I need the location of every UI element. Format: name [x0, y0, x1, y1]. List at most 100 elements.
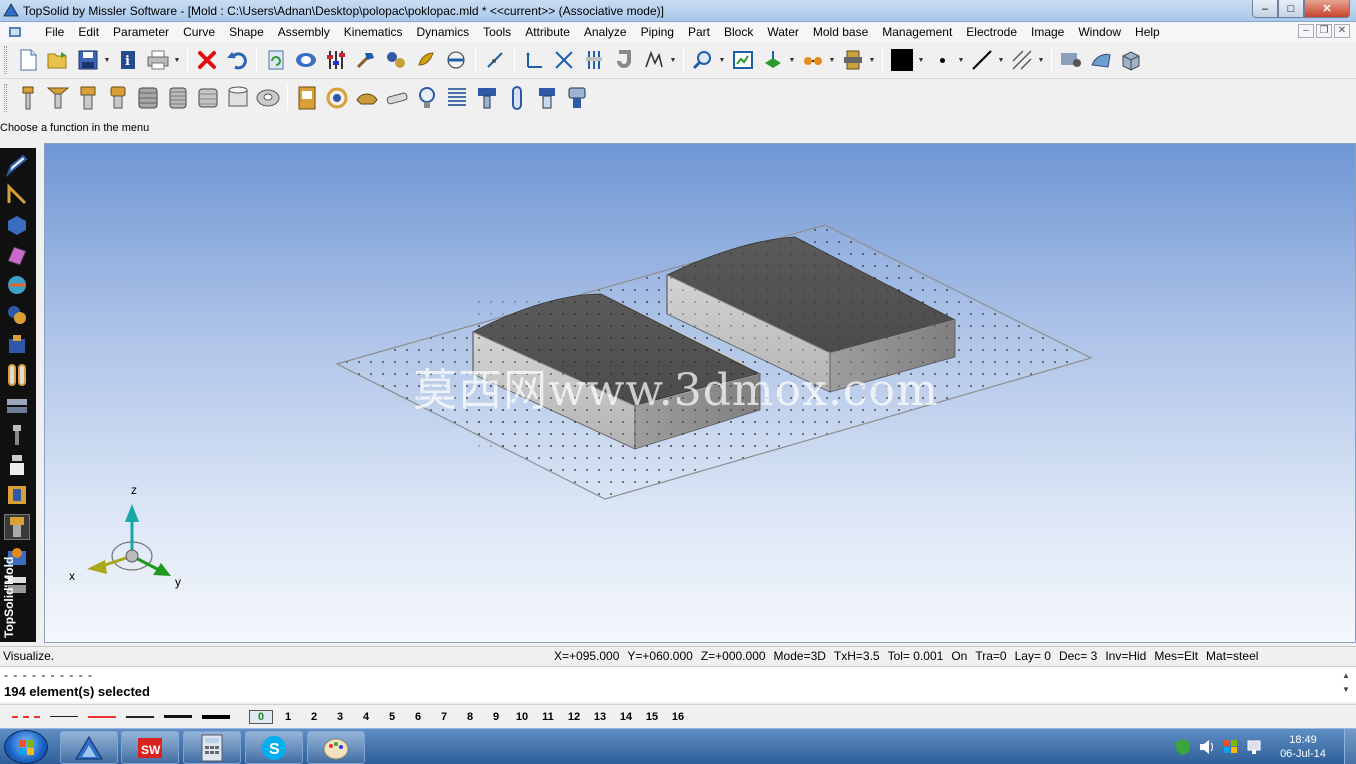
- clamp-icon[interactable]: [355, 86, 379, 110]
- refresh-icon[interactable]: [264, 48, 288, 72]
- menu-help[interactable]: Help: [1128, 22, 1167, 42]
- delete-icon[interactable]: [195, 48, 219, 72]
- zoom-icon[interactable]: [691, 48, 715, 72]
- print-dropdown-icon[interactable]: ▼: [173, 57, 181, 64]
- ejector-icon[interactable]: [475, 86, 499, 110]
- layer-item[interactable]: 7: [431, 711, 457, 723]
- cylinder-icon[interactable]: [226, 86, 250, 110]
- screw-tool-icon[interactable]: [4, 422, 30, 448]
- layer-active[interactable]: 0: [249, 709, 273, 724]
- minimize-button[interactable]: –: [1252, 0, 1278, 18]
- menu-analyze[interactable]: Analyze: [577, 22, 634, 42]
- print-icon[interactable]: [146, 48, 170, 72]
- status-decimals[interactable]: Dec= 3: [1059, 649, 1097, 663]
- sketch-icon[interactable]: [642, 48, 666, 72]
- render-dropdown-icon[interactable]: ▼: [788, 57, 796, 64]
- status-measure[interactable]: Mes=Elt: [1154, 649, 1198, 663]
- taskbar-solidworks[interactable]: SW: [121, 731, 179, 764]
- glasses-icon[interactable]: [801, 48, 825, 72]
- menu-attribute[interactable]: Attribute: [518, 22, 577, 42]
- line-style-icon[interactable]: [970, 48, 994, 72]
- tools-icon[interactable]: [384, 48, 408, 72]
- layer-item[interactable]: 4: [353, 711, 379, 723]
- taskbar-calculator[interactable]: [183, 731, 241, 764]
- curve-tool-icon[interactable]: [4, 182, 30, 208]
- threaded-insert-icon[interactable]: [136, 86, 160, 110]
- menu-piping[interactable]: Piping: [634, 22, 681, 42]
- hook-icon[interactable]: [612, 48, 636, 72]
- clock[interactable]: 18:49 06-Jul-14: [1268, 733, 1338, 761]
- layer-item[interactable]: 1: [275, 711, 301, 723]
- layer-item[interactable]: 13: [587, 711, 613, 723]
- color-dropdown-icon[interactable]: ▼: [917, 57, 925, 64]
- document-icon[interactable]: [8, 25, 24, 39]
- layer-item[interactable]: 10: [509, 711, 535, 723]
- open-folder-icon[interactable]: [46, 48, 70, 72]
- block-tool-icon[interactable]: [4, 332, 30, 358]
- mold-tools-icon[interactable]: [1089, 48, 1113, 72]
- status-invisible[interactable]: Inv=Hid: [1105, 649, 1146, 663]
- menu-window[interactable]: Window: [1071, 22, 1128, 42]
- guide-bush-icon[interactable]: [565, 86, 589, 110]
- layer-item[interactable]: 6: [405, 711, 431, 723]
- line-style-medium[interactable]: [126, 715, 154, 718]
- hatch-dropdown-icon[interactable]: ▼: [1037, 57, 1045, 64]
- mdi-minimize-button[interactable]: –: [1298, 24, 1314, 38]
- shield-tray-icon[interactable]: [1174, 738, 1192, 756]
- analysis-tool-icon[interactable]: [4, 272, 30, 298]
- axis-triad[interactable]: [87, 504, 171, 576]
- render-icon[interactable]: [761, 48, 785, 72]
- status-material[interactable]: Mat=steel: [1206, 649, 1258, 663]
- status-on[interactable]: On: [951, 649, 967, 663]
- line-style-dropdown-icon[interactable]: ▼: [997, 57, 1005, 64]
- line-style-thin[interactable]: [50, 716, 78, 717]
- toolbar-grip[interactable]: [4, 46, 7, 74]
- spring-tools-icon[interactable]: [325, 86, 349, 110]
- nut-icon[interactable]: [196, 86, 220, 110]
- spring-icon[interactable]: [445, 86, 469, 110]
- status-tolerance[interactable]: Tol= 0.001: [888, 649, 944, 663]
- layer-item[interactable]: 5: [379, 711, 405, 723]
- menu-dynamics[interactable]: Dynamics: [409, 22, 476, 42]
- pillar-tool-icon[interactable]: [4, 362, 30, 388]
- menu-water[interactable]: Water: [760, 22, 806, 42]
- line-style-dashed-red[interactable]: [12, 715, 40, 718]
- washer-icon[interactable]: [256, 86, 280, 110]
- flag-icon[interactable]: [1222, 738, 1240, 756]
- sketch-pencil-icon[interactable]: [4, 152, 30, 178]
- hatch-icon[interactable]: [1010, 48, 1034, 72]
- bulb-icon[interactable]: [415, 86, 439, 110]
- menu-management[interactable]: Management: [875, 22, 959, 42]
- mold-component-icon[interactable]: [4, 482, 30, 508]
- network-icon[interactable]: [1246, 738, 1264, 756]
- layer-item[interactable]: 3: [327, 711, 353, 723]
- layer-item[interactable]: 14: [613, 711, 639, 723]
- surface-tool-icon[interactable]: [4, 242, 30, 268]
- layer-item[interactable]: 16: [665, 711, 691, 723]
- parallel-icon[interactable]: [582, 48, 606, 72]
- thread-bush-icon[interactable]: [166, 86, 190, 110]
- link-pin-icon[interactable]: [505, 86, 529, 110]
- pointer-icon[interactable]: [483, 48, 507, 72]
- menu-electrode[interactable]: Electrode: [959, 22, 1024, 42]
- color-swatch-icon[interactable]: [890, 48, 914, 72]
- layer-item[interactable]: 11: [535, 711, 561, 723]
- taskbar-paint[interactable]: [307, 731, 365, 764]
- mdi-close-button[interactable]: ✕: [1334, 24, 1350, 38]
- point-style-dropdown-icon[interactable]: ▼: [957, 57, 965, 64]
- menu-curve[interactable]: Curve: [176, 22, 222, 42]
- save-icon[interactable]: [76, 48, 100, 72]
- start-button[interactable]: [4, 730, 48, 764]
- save-dropdown-icon[interactable]: ▼: [103, 57, 111, 64]
- pin-icon[interactable]: [385, 86, 409, 110]
- status-layer[interactable]: Lay= 0: [1015, 649, 1051, 663]
- show-desktop-button[interactable]: [1344, 729, 1356, 764]
- menu-mold-base[interactable]: Mold base: [806, 22, 875, 42]
- axis-icon[interactable]: [522, 48, 546, 72]
- presentation-icon[interactable]: [1059, 48, 1083, 72]
- line-style-red[interactable]: [88, 715, 116, 718]
- menu-block[interactable]: Block: [717, 22, 760, 42]
- printer-3d-dropdown-icon[interactable]: ▼: [868, 57, 876, 64]
- guide-pillar-icon[interactable]: [535, 86, 559, 110]
- menu-part[interactable]: Part: [681, 22, 717, 42]
